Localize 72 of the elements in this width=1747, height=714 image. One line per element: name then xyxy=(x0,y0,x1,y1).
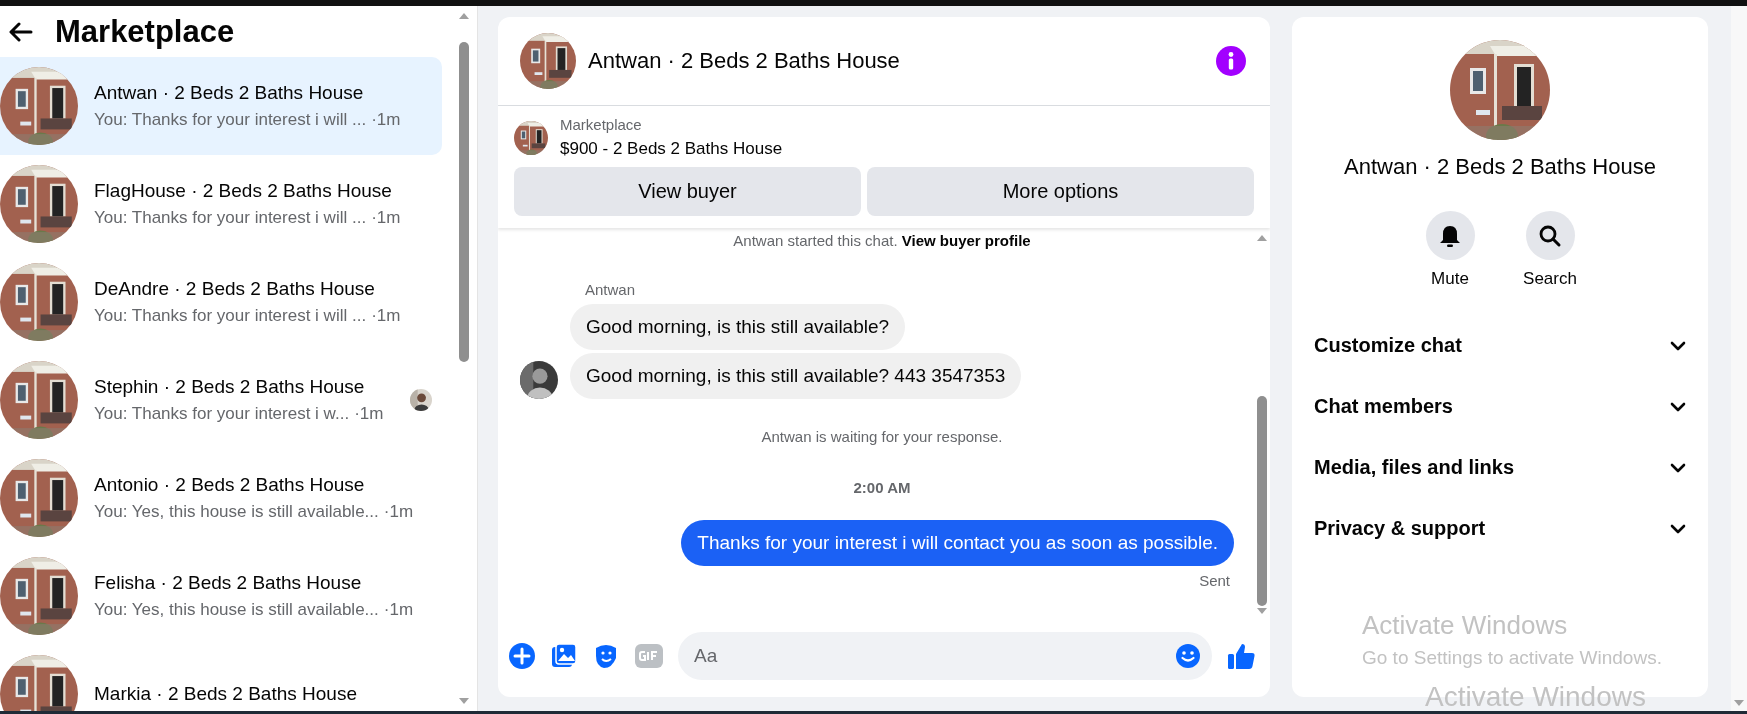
conversation-item[interactable]: Antwan · 2 Beds 2 Baths House You: Thanks for your interest i will ... ·1m xyxy=(0,57,442,155)
mute-button[interactable] xyxy=(1425,211,1475,260)
scroll-up-icon[interactable] xyxy=(458,12,470,20)
conversation-name: Stephin · 2 Beds 2 Baths House xyxy=(94,376,366,398)
section-row[interactable]: Customize chat xyxy=(1314,315,1686,376)
page-title: Marketplace xyxy=(55,13,235,50)
scrollbar-thumb[interactable] xyxy=(1257,396,1267,606)
action-label: Mute xyxy=(1431,269,1469,289)
section-row[interactable]: Media, files and links xyxy=(1314,437,1686,498)
delivery-status: Sent xyxy=(1199,572,1230,589)
conversation-item[interactable]: Felisha · 2 Beds 2 Baths House You: Yes, this house is still available... ·1m xyxy=(0,547,442,645)
chat-title: Antwan · 2 Beds 2 Baths House xyxy=(588,48,901,74)
message-time: ·1m xyxy=(371,110,401,130)
thumbs-up-icon[interactable] xyxy=(1226,641,1256,671)
conversation-item[interactable]: Markia · 2 Beds 2 Baths House xyxy=(0,645,442,711)
conversation-item[interactable]: DeAndre · 2 Beds 2 Baths House You: Thanks for your interest i will ... ·1m xyxy=(0,253,442,351)
conversation-item[interactable]: FlagHouse · 2 Beds 2 Baths House You: Thanks for your interest i will ... ·1m xyxy=(0,155,442,253)
message-preview: You: Thanks for your interest i will ... xyxy=(94,110,367,130)
more-options-button[interactable]: More options xyxy=(867,167,1254,216)
listing-source: Marketplace xyxy=(560,116,643,133)
conversation-name: Felisha · 2 Beds 2 Baths House xyxy=(94,572,363,594)
scrollbar-thumb[interactable] xyxy=(459,42,469,362)
scroll-down-icon[interactable] xyxy=(1733,699,1745,707)
section-row[interactable]: Privacy & support xyxy=(1314,498,1686,559)
bell-icon xyxy=(1439,223,1461,248)
conversation-name: Markia · 2 Beds 2 Baths House xyxy=(94,683,357,705)
activation-title: Activate Windows xyxy=(1425,683,1646,711)
message-preview: You: Thanks for your interest i w... xyxy=(94,404,350,424)
message-preview: You: Thanks for your interest i will ... xyxy=(94,306,367,326)
conversation-name: FlagHouse · 2 Beds 2 Baths House xyxy=(94,180,393,202)
info-icon[interactable] xyxy=(1216,46,1246,76)
message-bubble: Thanks for your interest i will contact you as soon as possible. xyxy=(681,520,1234,566)
section-label: Customize chat xyxy=(1314,334,1462,357)
scroll-down-icon[interactable] xyxy=(458,697,470,705)
plus-icon[interactable] xyxy=(508,642,536,670)
back-arrow-icon[interactable] xyxy=(9,21,33,42)
action-label: Search xyxy=(1523,269,1577,289)
view-profile-link[interactable]: View buyer profile xyxy=(901,232,1031,249)
message-time: ·1m xyxy=(383,600,414,620)
image-icon[interactable] xyxy=(550,642,578,670)
message-preview: You: Thanks for your interest i will ... xyxy=(94,208,367,228)
message-time: ·1m xyxy=(371,208,401,228)
message-bubble: Good morning, is this still available? xyxy=(570,304,906,350)
view-buyer-button[interactable]: View buyer xyxy=(514,167,861,216)
sender-name: Antwan xyxy=(585,281,636,298)
section-label: Privacy & support xyxy=(1314,517,1486,540)
message-time: ·1m xyxy=(383,502,414,522)
message-time: ·1m xyxy=(371,306,401,326)
section-label: Media, files and links xyxy=(1314,456,1515,479)
message-input[interactable]: Aa xyxy=(678,632,1212,680)
search-icon xyxy=(1538,223,1562,248)
section-row[interactable]: Chat members xyxy=(1314,376,1686,437)
conversation-name: Antonio · 2 Beds 2 Baths House xyxy=(94,474,366,496)
chat-notice: Antwan started this chat. View buyer profile xyxy=(733,232,1031,249)
conversation-item[interactable]: Antonio · 2 Beds 2 Baths House You: Yes, this house is still available... ·1m xyxy=(0,449,442,547)
message-time: ·1m xyxy=(354,404,384,424)
listing-title: $900 - 2 Beds 2 Baths House xyxy=(560,139,783,159)
conversation-name: Antwan · 2 Beds 2 Baths House xyxy=(94,82,365,104)
conversation-item[interactable]: Stephin · 2 Beds 2 Baths House You: Thanks for your interest i w... ·1m xyxy=(0,351,442,449)
message-bubble: Good morning, is this still available? 443 3547353 xyxy=(570,353,1022,399)
message-preview: You: Yes, this house is still available... xyxy=(94,502,379,522)
message-preview: You: Yes, this house is still available... xyxy=(94,600,379,620)
timestamp: 2:00 AM xyxy=(853,479,911,496)
emoji-icon[interactable] xyxy=(1175,643,1201,669)
section-label: Chat members xyxy=(1314,395,1453,418)
conversation-name: DeAndre · 2 Beds 2 Baths House xyxy=(94,278,376,300)
chat-notice: Antwan is waiting for your response. xyxy=(761,428,1003,445)
scroll-up-icon[interactable] xyxy=(1256,234,1268,242)
search-button[interactable] xyxy=(1525,211,1575,260)
activation-hint: Go to Settings to activate Windows. xyxy=(1362,647,1662,669)
contact-name: Antwan · 2 Beds 2 Baths House xyxy=(1344,154,1656,180)
activation-title: Activate Windows xyxy=(1362,610,1569,641)
